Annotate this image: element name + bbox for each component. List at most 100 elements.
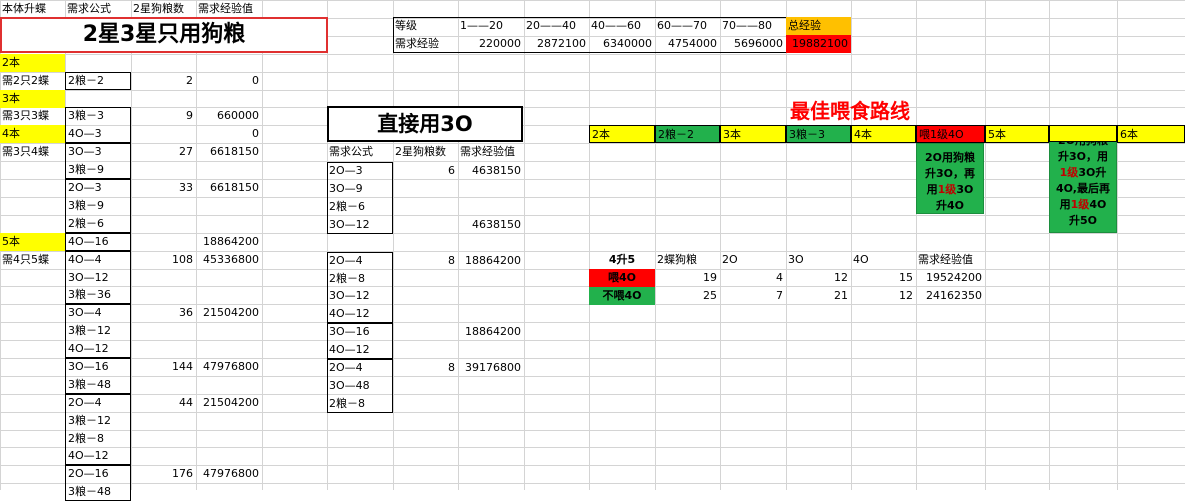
left-row-formula[interactable]: 4O—4 xyxy=(65,251,131,269)
left-header-cell[interactable]: 本体升蝶 xyxy=(0,0,65,18)
left-row-formula[interactable]: 3粮－12 xyxy=(65,322,131,340)
direct-row-formula[interactable]: 4O—12 xyxy=(327,341,393,359)
direct-row-formula[interactable]: 3O—16 xyxy=(327,323,393,341)
left-header-cell[interactable]: 2星狗粮数 xyxy=(131,0,196,18)
direct-row-count[interactable] xyxy=(393,216,458,234)
left-row-formula[interactable]: 3粮－9 xyxy=(65,161,131,179)
left-row-formula[interactable]: 2O—3 xyxy=(65,179,131,197)
direct-row-exp[interactable] xyxy=(458,305,524,323)
left-row-count[interactable] xyxy=(131,197,196,215)
left-row-formula[interactable]: 3O—12 xyxy=(65,269,131,287)
left-row-exp[interactable] xyxy=(196,430,262,448)
left-row-count[interactable] xyxy=(131,376,196,394)
route-step[interactable]: 3粮－3 xyxy=(786,125,851,143)
left-row-count[interactable] xyxy=(131,286,196,304)
level-range[interactable]: 70——80 xyxy=(720,17,786,35)
compare-header-cell[interactable]: 2O xyxy=(720,251,786,269)
left-row-formula[interactable]: 3粮－12 xyxy=(65,412,131,430)
compare-row-value[interactable]: 15 xyxy=(851,269,916,287)
direct-row-count[interactable]: 8 xyxy=(393,359,458,377)
direct-row-count[interactable]: 6 xyxy=(393,162,458,180)
left-row-label[interactable] xyxy=(0,394,65,412)
left-row-exp[interactable]: 21504200 xyxy=(196,304,262,322)
left-row-exp[interactable]: 0 xyxy=(196,125,262,143)
compare-row-value[interactable]: 24162350 xyxy=(916,287,985,305)
compare-row-value[interactable]: 12 xyxy=(786,269,851,287)
left-row-exp[interactable] xyxy=(196,447,262,465)
level-range[interactable]: 20——40 xyxy=(524,17,589,35)
direct-row-exp[interactable]: 4638150 xyxy=(458,216,524,234)
direct-row-formula[interactable]: 2O—4 xyxy=(327,252,393,270)
left-row-label[interactable] xyxy=(0,412,65,430)
left-row-count[interactable] xyxy=(131,269,196,287)
left-row-formula[interactable]: 2粮－6 xyxy=(65,215,131,233)
left-row-label[interactable]: 需3只4蝶 xyxy=(0,143,65,161)
direct-row-count[interactable] xyxy=(393,341,458,359)
left-row-exp[interactable] xyxy=(196,215,262,233)
left-row-exp[interactable]: 47976800 xyxy=(196,358,262,376)
direct-row-exp[interactable]: 18864200 xyxy=(458,323,524,341)
left-row-label[interactable]: 需2只2蝶 xyxy=(0,72,65,90)
left-row-label[interactable]: 需4只5蝶 xyxy=(0,251,65,269)
direct-row-count[interactable] xyxy=(393,287,458,305)
direct-row-formula[interactable]: 2O—4 xyxy=(327,359,393,377)
left-row-exp[interactable]: 47976800 xyxy=(196,465,262,483)
direct-row-count[interactable] xyxy=(393,395,458,413)
left-row-formula[interactable]: 3O—4 xyxy=(65,304,131,322)
left-row-count[interactable]: 144 xyxy=(131,358,196,376)
level-exp-value[interactable]: 5696000 xyxy=(720,35,786,53)
direct-row-exp[interactable] xyxy=(458,287,524,305)
compare-row-value[interactable]: 12 xyxy=(851,287,916,305)
left-row-count[interactable] xyxy=(131,340,196,358)
total-exp-value[interactable]: 19882100 xyxy=(786,35,851,53)
left-row-label[interactable] xyxy=(0,161,65,179)
left-row-exp[interactable]: 6618150 xyxy=(196,143,262,161)
compare-row-value[interactable]: 7 xyxy=(720,287,786,305)
route-step[interactable]: 喂1级4O xyxy=(916,125,985,143)
left-row-label[interactable] xyxy=(0,340,65,358)
level-range[interactable]: 1——20 xyxy=(458,17,524,35)
left-row-label[interactable] xyxy=(0,447,65,465)
left-row-formula[interactable]: 3粮－36 xyxy=(65,286,131,304)
left-row-exp[interactable] xyxy=(196,412,262,430)
left-row-exp[interactable]: 21504200 xyxy=(196,394,262,412)
direct-header-cell[interactable]: 需求经验值 xyxy=(458,143,524,161)
route-step[interactable]: 4本 xyxy=(851,125,916,143)
compare-header-cell[interactable]: 2蝶狗粮 xyxy=(655,251,720,269)
left-row-count[interactable] xyxy=(131,483,196,501)
direct-row-exp[interactable]: 4638150 xyxy=(458,162,524,180)
left-row-label[interactable] xyxy=(0,430,65,448)
left-row-formula[interactable]: 3粮－9 xyxy=(65,197,131,215)
direct-row-count[interactable] xyxy=(393,198,458,216)
left-row-exp[interactable] xyxy=(196,322,262,340)
route-step[interactable]: 3本 xyxy=(720,125,786,143)
left-row-exp[interactable] xyxy=(196,197,262,215)
left-row-exp[interactable] xyxy=(196,54,262,72)
level-row-label[interactable]: 等级 xyxy=(393,17,458,35)
left-row-formula[interactable]: 3粮－48 xyxy=(65,376,131,394)
total-exp-label[interactable]: 总经验 xyxy=(786,17,851,35)
left-row-exp[interactable] xyxy=(196,90,262,108)
level-exp-value[interactable]: 220000 xyxy=(458,35,524,53)
direct-row-formula[interactable]: 3O—9 xyxy=(327,180,393,198)
direct-row-count[interactable] xyxy=(393,323,458,341)
compare-row-value[interactable]: 21 xyxy=(786,287,851,305)
left-row-exp[interactable]: 45336800 xyxy=(196,251,262,269)
direct-row-exp[interactable] xyxy=(458,270,524,288)
level-exp-value[interactable]: 6340000 xyxy=(589,35,655,53)
left-row-exp[interactable] xyxy=(196,340,262,358)
left-row-count[interactable] xyxy=(131,54,196,72)
left-header-cell[interactable]: 需求经验值 xyxy=(196,0,262,18)
left-row-label[interactable] xyxy=(0,269,65,287)
compare-row-value[interactable]: 25 xyxy=(655,287,720,305)
left-row-label[interactable] xyxy=(0,483,65,501)
left-row-exp[interactable] xyxy=(196,376,262,394)
direct-row-count[interactable] xyxy=(393,377,458,395)
compare-row-value[interactable]: 19 xyxy=(655,269,720,287)
left-row-label[interactable] xyxy=(0,322,65,340)
left-row-formula[interactable]: 2粮－2 xyxy=(65,72,131,90)
left-row-formula[interactable]: 4O—12 xyxy=(65,340,131,358)
left-row-label[interactable]: 3本 xyxy=(0,90,65,108)
compare-row-label[interactable]: 喂4O xyxy=(589,269,655,287)
level-exp-value[interactable]: 4754000 xyxy=(655,35,720,53)
